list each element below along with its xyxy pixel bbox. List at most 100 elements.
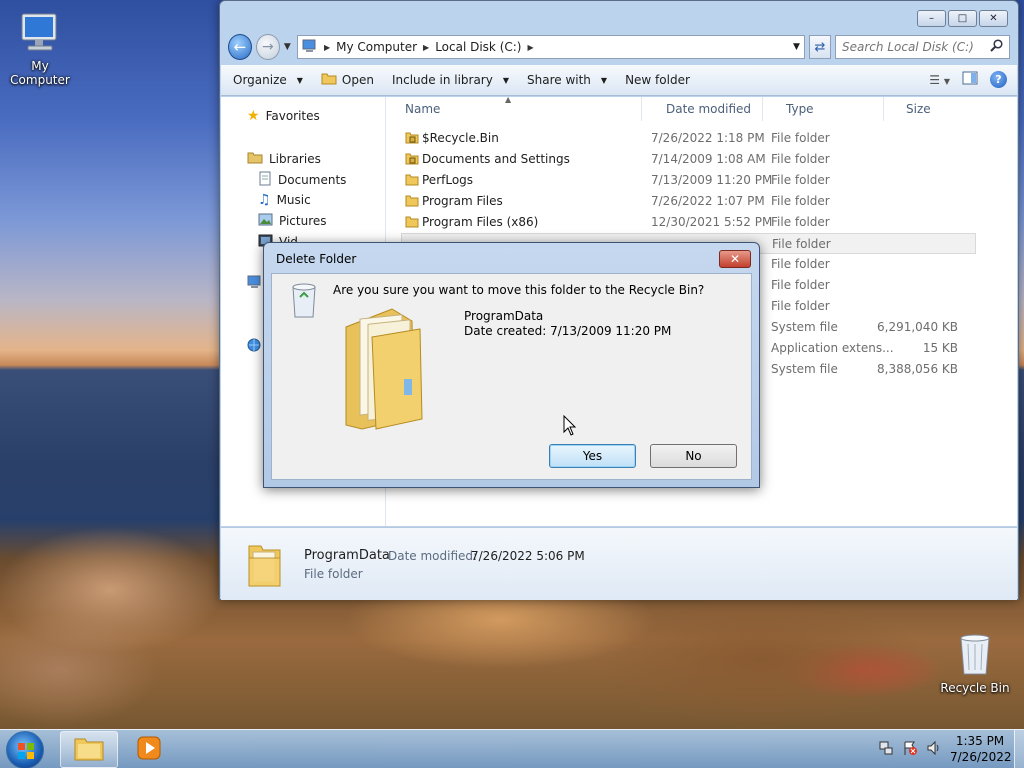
clock[interactable]: 1:35 PM 7/26/2022 xyxy=(950,733,1012,765)
file-row[interactable]: Program Files 7/26/2022 1:07 PM File folde… xyxy=(401,191,976,212)
search-box[interactable] xyxy=(835,35,1011,59)
address-dropdown-icon[interactable]: ▼ xyxy=(793,42,800,52)
details-item-name: ProgramData xyxy=(304,548,390,563)
windows-logo-icon xyxy=(17,742,35,763)
music-icon: ♫ xyxy=(258,192,271,208)
refresh-button[interactable]: ⇄ xyxy=(808,35,832,59)
desktop-icon-label: Recycle Bin xyxy=(940,681,1010,695)
folder-icon xyxy=(74,735,104,764)
taskbar-explorer-button[interactable] xyxy=(60,731,118,768)
file-type: File folder xyxy=(771,299,830,313)
caret-down-icon: ▼ xyxy=(502,75,509,85)
dialog-item-name: ProgramData xyxy=(464,309,544,323)
view-options-icon[interactable]: ☰ ▼ xyxy=(929,73,950,87)
file-type: File folder xyxy=(771,194,830,208)
yes-button[interactable]: Yes xyxy=(549,444,636,468)
breadcrumb-separator-icon[interactable]: ▶ xyxy=(527,43,533,52)
nav-music-label: Music xyxy=(276,193,311,207)
show-desktop-button[interactable] xyxy=(1014,730,1024,768)
action-center-flag-icon[interactable] xyxy=(902,740,918,759)
refresh-icon: ⇄ xyxy=(814,39,826,55)
no-button[interactable]: No xyxy=(650,444,737,468)
dialog-close-button[interactable]: ✕ xyxy=(719,250,751,268)
file-row[interactable]: Program Files (x86) 12/30/2021 5:52 PM Fil… xyxy=(401,212,976,233)
back-button[interactable]: ← xyxy=(228,34,252,60)
search-input[interactable] xyxy=(842,40,991,54)
locked-folder-icon xyxy=(405,131,419,147)
system-tray: 1:35 PM 7/26/2022 xyxy=(878,733,1012,765)
nav-pictures[interactable]: Pictures xyxy=(258,213,327,229)
nav-music[interactable]: ♫ Music xyxy=(258,192,311,208)
nav-libraries[interactable]: Libraries xyxy=(247,150,321,167)
organize-menu[interactable]: Organize ▼ xyxy=(233,73,303,87)
address-bar[interactable]: ▶ My Computer ▶ Local Disk (C:) ▶ ▼ xyxy=(296,35,805,59)
new-folder-button[interactable]: New folder xyxy=(625,73,690,87)
details-date-label: Date modified: xyxy=(388,549,478,563)
dialog-item-created: Date created: 7/13/2009 11:20 PM xyxy=(464,324,672,338)
locked-folder-icon xyxy=(405,152,419,168)
nav-computer[interactable] xyxy=(247,275,263,292)
file-row[interactable]: $Recycle.Bin 7/26/2022 1:18 PM File folder xyxy=(401,128,976,149)
details-pane: ProgramData Date modified: 7/26/2022 5:0… xyxy=(221,527,1017,600)
recycle-bin-icon xyxy=(955,630,995,678)
folder-icon xyxy=(405,173,419,189)
computer-icon xyxy=(16,8,64,56)
picture-icon xyxy=(258,213,273,229)
file-type: File folder xyxy=(771,152,830,166)
breadcrumb-local-disk[interactable]: Local Disk (C:) xyxy=(435,40,521,54)
breadcrumb-separator-icon[interactable]: ▶ xyxy=(423,43,429,52)
start-button[interactable] xyxy=(6,731,44,768)
mouse-cursor-icon xyxy=(563,414,577,440)
help-icon[interactable]: ? xyxy=(990,71,1007,88)
column-header-type[interactable]: Type xyxy=(786,102,814,116)
column-header-date-modified[interactable]: Date modified xyxy=(666,102,751,116)
search-icon[interactable] xyxy=(990,39,1003,55)
volume-icon[interactable] xyxy=(926,740,942,759)
nav-documents[interactable]: Documents xyxy=(258,171,346,189)
window-titlebar[interactable] xyxy=(220,1,1018,31)
folder-large-icon xyxy=(247,542,283,591)
file-type: File folder xyxy=(771,257,830,271)
breadcrumb-separator-icon[interactable]: ▶ xyxy=(324,43,330,52)
include-in-library-menu[interactable]: Include in library ▼ xyxy=(392,73,509,87)
share-with-menu[interactable]: Share with ▼ xyxy=(527,73,607,87)
breadcrumb-my-computer[interactable]: My Computer xyxy=(336,40,417,54)
details-type: File folder xyxy=(304,567,363,581)
column-header-size[interactable]: Size xyxy=(906,102,931,116)
close-button[interactable]: ✕ xyxy=(979,10,1008,27)
arrow-right-icon: → xyxy=(261,39,274,55)
file-type: File folder xyxy=(772,237,831,251)
file-date-modified: 7/26/2022 1:07 PM xyxy=(651,194,765,208)
star-icon: ★ xyxy=(247,108,260,124)
taskbar-media-player-button[interactable] xyxy=(120,731,178,768)
open-button[interactable]: Open xyxy=(321,72,374,88)
folder-icon xyxy=(405,194,419,210)
nav-favorites[interactable]: ★ Favorites xyxy=(247,108,320,124)
file-size: 6,291,040 KB xyxy=(877,320,958,334)
network-tray-icon[interactable] xyxy=(878,740,894,759)
recycle-bin-icon xyxy=(289,281,319,322)
library-icon xyxy=(247,150,263,167)
share-with-label: Share with xyxy=(527,73,591,87)
file-name: Program Files (x86) xyxy=(422,215,539,229)
file-row[interactable]: Documents and Settings 7/14/2009 1:08 AM F… xyxy=(401,149,976,170)
maximize-button[interactable]: □ xyxy=(948,10,977,27)
file-row[interactable]: PerfLogs 7/13/2009 11:20 PM File folder xyxy=(401,170,976,191)
file-date-modified: 12/30/2021 5:52 PM xyxy=(651,215,773,229)
sort-ascending-icon: ▲ xyxy=(505,95,512,104)
column-header-name[interactable]: Name xyxy=(405,102,440,116)
file-name: $Recycle.Bin xyxy=(422,131,499,145)
forward-button[interactable]: → xyxy=(255,34,280,60)
file-type: File folder xyxy=(771,278,830,292)
file-size: 15 KB xyxy=(922,341,958,355)
preview-pane-icon[interactable] xyxy=(962,71,978,88)
minimize-button[interactable]: – xyxy=(917,10,946,27)
desktop-icon-recycle-bin[interactable]: Recycle Bin xyxy=(940,630,1010,695)
nav-network[interactable] xyxy=(247,338,263,355)
desktop-icon-my-computer[interactable]: My Computer xyxy=(0,8,80,87)
open-label: Open xyxy=(341,73,374,87)
details-date-value: 7/26/2022 5:06 PM xyxy=(471,549,585,563)
file-size: 8,388,056 KB xyxy=(877,362,958,376)
file-name: PerfLogs xyxy=(422,173,474,187)
recent-pages-dropdown[interactable]: ▼ xyxy=(284,42,293,52)
